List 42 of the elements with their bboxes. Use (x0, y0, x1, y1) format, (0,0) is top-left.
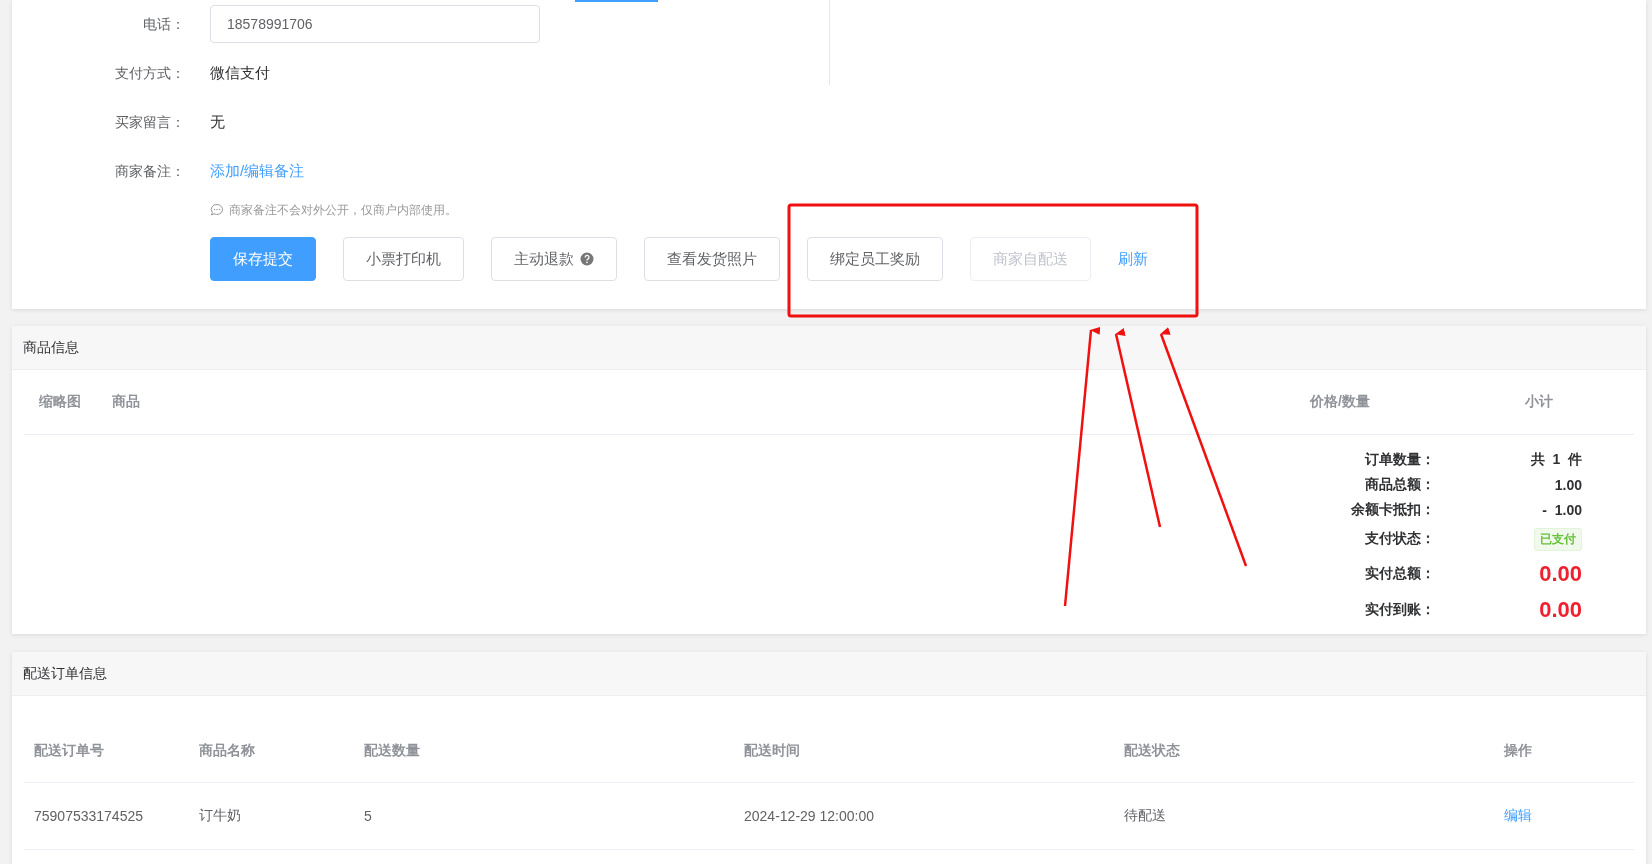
action-button[interactable]: 小票打印机 (343, 237, 464, 281)
total-amount: 0.00 (1538, 597, 1582, 623)
summary-value: 共 1 件 (1529, 450, 1582, 469)
column-header: 配送数量 (364, 742, 421, 760)
field-value: 无 (210, 113, 225, 132)
column-header: 配送订单号 (34, 742, 105, 760)
field-value: 微信支付 (210, 64, 270, 83)
phone-field[interactable]: 18578991706 (210, 4, 540, 43)
summary-label: 实付总额： (1364, 565, 1435, 583)
column-header: 商品名称 (199, 742, 256, 760)
action-button[interactable]: 查看发货照片 (644, 237, 780, 281)
column-header: 操作 (1504, 742, 1533, 760)
column-header: 价格/数量 (1310, 393, 1371, 411)
chat-bubble-icon (210, 203, 224, 217)
table-cell-text: 订牛奶 (199, 807, 242, 825)
field-label: 商家备注： (114, 162, 186, 181)
summary-label: 订单数量： (1363, 450, 1435, 469)
column-header: 配送状态 (1124, 742, 1181, 760)
column-header: 缩略图 (39, 393, 82, 411)
section-header: 配送订单信息 (12, 652, 1646, 696)
summary-label: 支付状态： (1364, 530, 1435, 548)
table-cell-text: 2024-12-29 12:00:00 (744, 808, 875, 824)
field-label: 支付方式： (114, 64, 186, 83)
table-cell-text: 5 (364, 808, 373, 824)
summary-value: 1.00 (1553, 476, 1582, 493)
summary-label: 实付到账： (1364, 601, 1435, 619)
field-label: 电话： (142, 15, 186, 34)
total-amount: 0.00 (1538, 561, 1582, 587)
action-button[interactable]: 绑定员工奖励 (807, 237, 943, 281)
summary-label: 商品总额： (1364, 475, 1435, 494)
column-header: 小计 (1525, 393, 1554, 411)
action-button[interactable]: 主动退款 (491, 237, 617, 281)
table-cell-text: 75907533174525 (34, 808, 144, 824)
summary-label: 余额卡抵扣： (1350, 500, 1435, 519)
section-header: 商品信息 (12, 326, 1646, 370)
column-header: 商品 (112, 393, 141, 411)
column-header: 配送时间 (744, 742, 801, 760)
field-label: 买家留言： (114, 113, 186, 132)
summary-value: - 1.00 (1541, 501, 1582, 518)
status-tag: 已支付 (1534, 527, 1582, 551)
hint-text: 商家备注不会对外公开，仅商户内部使用。 (229, 201, 457, 219)
table-cell-text: 待配送 (1124, 807, 1167, 825)
